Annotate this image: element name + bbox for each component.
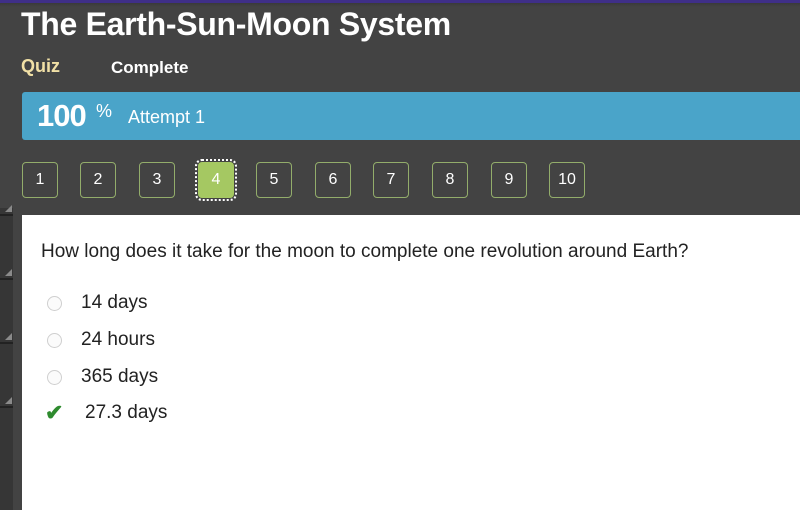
side-panel-strip xyxy=(0,205,13,510)
activity-type-label: Quiz xyxy=(21,56,60,76)
answer-option-label: 27.3 days xyxy=(85,402,168,423)
score-value: 100 xyxy=(37,98,87,133)
page-title: The Earth-Sun-Moon System xyxy=(21,6,451,42)
answer-option-label: 24 hours xyxy=(81,329,155,350)
radio-button[interactable] xyxy=(47,296,62,311)
question-button-4[interactable]: 4 xyxy=(195,159,237,201)
activity-status-label: Complete xyxy=(111,58,189,77)
question-text: How long does it take for the moon to co… xyxy=(41,241,689,262)
side-panel-segment[interactable] xyxy=(0,344,13,408)
result-banner: 100 % Attempt 1 xyxy=(22,92,800,140)
side-panel-segment[interactable] xyxy=(0,216,13,280)
attempt-label: Attempt 1 xyxy=(128,107,206,127)
side-panel-segment[interactable] xyxy=(0,205,13,216)
question-button-9[interactable]: 9 xyxy=(491,162,527,198)
question-button-6[interactable]: 6 xyxy=(315,162,351,198)
question-button-7[interactable]: 7 xyxy=(373,162,409,198)
question-button-10[interactable]: 10 xyxy=(549,162,585,198)
checkmark-icon: ✔ xyxy=(45,400,64,425)
question-button-8[interactable]: 8 xyxy=(432,162,468,198)
score-unit: % xyxy=(96,101,113,121)
question-button-5[interactable]: 5 xyxy=(256,162,292,198)
question-button-3[interactable]: 3 xyxy=(139,162,175,198)
question-panel: How long does it take for the moon to co… xyxy=(22,215,800,510)
answer-option-label: 365 days xyxy=(81,366,159,387)
resize-corner-icon xyxy=(5,269,12,276)
radio-button[interactable] xyxy=(47,333,62,348)
question-button-1[interactable]: 1 xyxy=(22,162,58,198)
question-button-2[interactable]: 2 xyxy=(80,162,116,198)
radio-button[interactable] xyxy=(47,370,62,385)
resize-corner-icon xyxy=(5,333,12,340)
side-panel-segment[interactable] xyxy=(0,280,13,344)
resize-corner-icon xyxy=(5,397,12,404)
answer-option-label: 14 days xyxy=(81,292,148,313)
resize-corner-icon xyxy=(5,205,12,212)
